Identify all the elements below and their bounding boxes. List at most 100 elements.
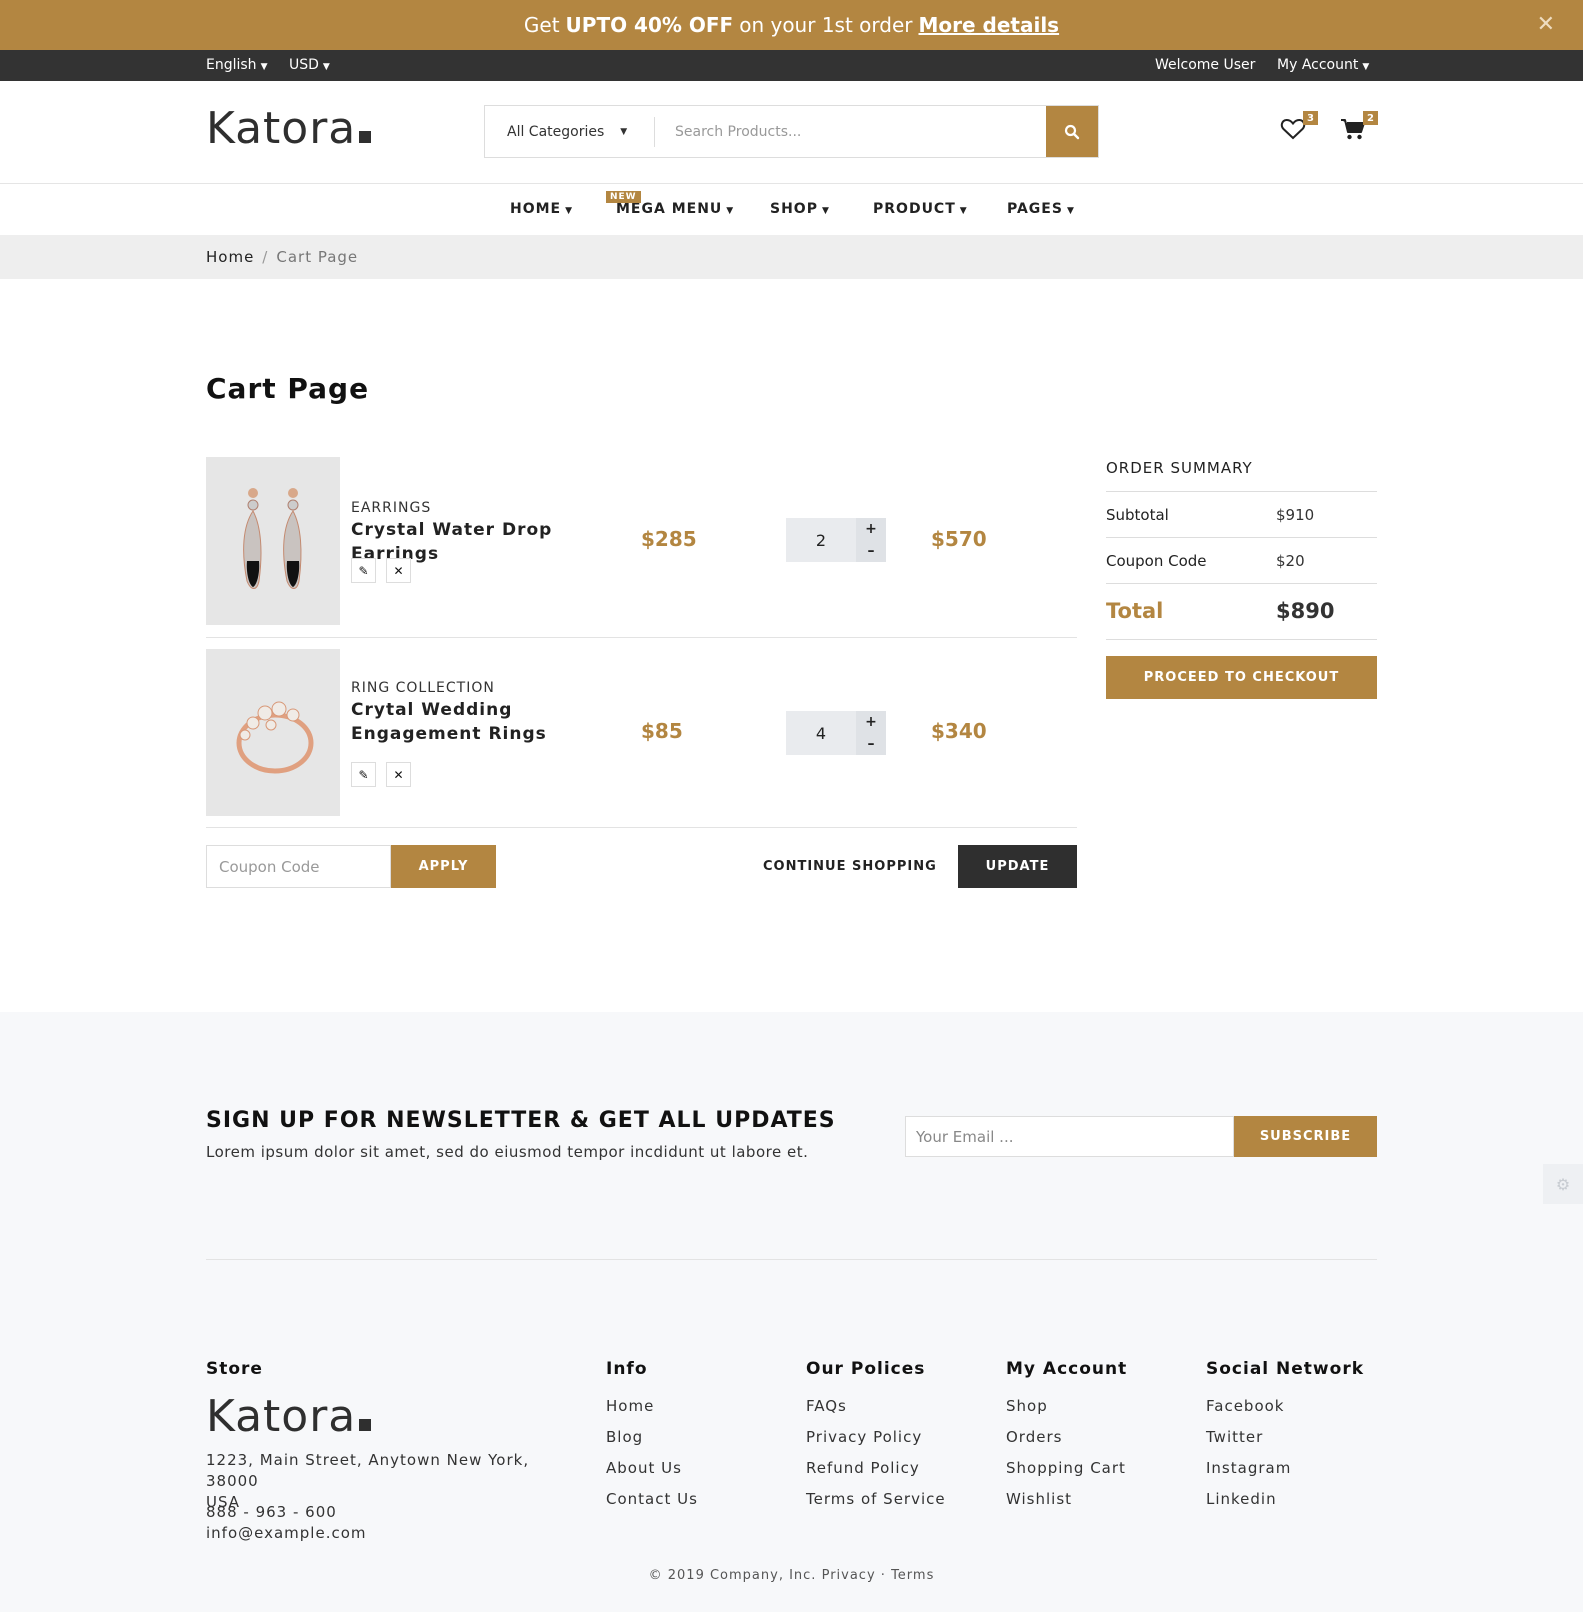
- footer-link-privacy-policy[interactable]: Privacy Policy: [806, 1428, 922, 1446]
- close-icon: ✕: [393, 767, 404, 782]
- proceed-to-checkout-button[interactable]: PROCEED TO CHECKOUT: [1106, 656, 1377, 699]
- edit-item-button[interactable]: ✎: [351, 762, 376, 787]
- copyright-text: © 2019 Company, Inc.: [648, 1568, 817, 1583]
- promo-more-details-link[interactable]: More details: [919, 13, 1060, 37]
- summary-divider: [1106, 583, 1377, 584]
- footer-link-linkedin[interactable]: Linkedin: [1206, 1490, 1277, 1508]
- nav-item-mega-menu[interactable]: NEW MEGA MENU ▼: [606, 191, 735, 217]
- product-category: EARRINGS: [351, 500, 432, 516]
- quantity-stepper: 2 + –: [786, 518, 886, 562]
- search-button[interactable]: [1046, 106, 1098, 157]
- chevron-down-icon: ▼: [565, 206, 574, 216]
- footer-heading-store: Store: [206, 1359, 263, 1379]
- footer-heading-my-account: My Account: [1006, 1359, 1128, 1379]
- copyright-terms-link[interactable]: Terms: [891, 1568, 934, 1583]
- remove-item-button[interactable]: ✕: [386, 762, 411, 787]
- minus-icon[interactable]: –: [856, 540, 886, 562]
- footer-link-shopping-cart[interactable]: Shopping Cart: [1006, 1459, 1126, 1477]
- breadcrumb-home[interactable]: Home: [206, 248, 254, 266]
- footer-link-home[interactable]: Home: [606, 1397, 654, 1415]
- footer-link-facebook[interactable]: Facebook: [1206, 1397, 1284, 1415]
- product-image-earrings[interactable]: [206, 457, 340, 625]
- chevron-down-icon: ▼: [821, 206, 830, 216]
- footer-link-faqs[interactable]: FAQs: [806, 1397, 847, 1415]
- nav-item-product[interactable]: PRODUCT ▼: [873, 201, 968, 217]
- unit-price: $285: [641, 527, 697, 551]
- footer-link-shop[interactable]: Shop: [1006, 1397, 1048, 1415]
- remove-item-button[interactable]: ✕: [386, 558, 411, 583]
- quantity-value[interactable]: 4: [786, 711, 856, 755]
- store-phone: 888 - 963 - 600: [206, 1503, 337, 1521]
- quantity-value[interactable]: 2: [786, 518, 856, 562]
- order-summary-title: ORDER SUMMARY: [1106, 459, 1253, 477]
- search-bar: All Categories ▼: [484, 105, 1099, 158]
- promo-highlight: UPTO 40% OFF: [565, 13, 734, 37]
- chevron-down-icon: ▼: [260, 62, 268, 72]
- coupon-value: $20: [1276, 552, 1305, 570]
- update-cart-button[interactable]: UPDATE: [958, 845, 1077, 888]
- plus-icon[interactable]: +: [856, 518, 886, 540]
- nav-item-pages[interactable]: PAGES ▼: [1007, 201, 1075, 217]
- category-select[interactable]: All Categories ▼: [485, 116, 655, 147]
- search-input[interactable]: [655, 106, 1046, 157]
- welcome-text: Welcome User: [1155, 57, 1256, 73]
- pencil-icon: ✎: [358, 767, 369, 782]
- footer-link-instagram[interactable]: Instagram: [1206, 1459, 1291, 1477]
- footer-link-twitter[interactable]: Twitter: [1206, 1428, 1263, 1446]
- category-label: All Categories: [507, 123, 605, 140]
- summary-divider: [1106, 491, 1377, 492]
- apply-coupon-button[interactable]: APPLY: [391, 845, 496, 888]
- chevron-down-icon: ▼: [959, 206, 968, 216]
- close-icon[interactable]: ✕: [1537, 12, 1555, 37]
- cart-button[interactable]: 2: [1340, 111, 1378, 147]
- footer-link-orders[interactable]: Orders: [1006, 1428, 1062, 1446]
- store-contact: 888 - 963 - 600 info@example.com: [206, 1502, 367, 1544]
- wishlist-button[interactable]: 3: [1280, 111, 1318, 147]
- my-account-label: My Account: [1277, 57, 1359, 73]
- footer-link-blog[interactable]: Blog: [606, 1428, 643, 1446]
- settings-gear-icon[interactable]: ⚙: [1543, 1164, 1583, 1204]
- subtotal-value: $910: [1276, 506, 1315, 524]
- total-label: Total: [1106, 599, 1164, 623]
- footer-link-terms-of-service[interactable]: Terms of Service: [806, 1490, 946, 1508]
- chevron-down-icon: ▼: [1362, 62, 1370, 72]
- plus-icon[interactable]: +: [856, 711, 886, 733]
- breadcrumb: Home / Cart Page: [206, 248, 358, 266]
- promo-text-b: on your 1st order: [739, 13, 913, 37]
- currency-selector[interactable]: USD ▼: [289, 57, 330, 73]
- footer-link-wishlist[interactable]: Wishlist: [1006, 1490, 1072, 1508]
- summary-total-row: Total $890: [1106, 599, 1376, 623]
- minus-icon[interactable]: –: [856, 733, 886, 755]
- summary-divider: [1106, 537, 1377, 538]
- row-divider: [206, 637, 1077, 638]
- total-value: $890: [1276, 599, 1335, 623]
- nav-item-shop[interactable]: SHOP ▼: [770, 201, 830, 217]
- subscribe-button[interactable]: SUBSCRIBE: [1234, 1116, 1377, 1157]
- unit-price: $85: [641, 719, 683, 743]
- page-title: Cart Page: [206, 372, 370, 405]
- my-account-menu[interactable]: My Account ▼: [1277, 57, 1369, 73]
- nav-item-home[interactable]: HOME ▼: [510, 201, 573, 217]
- language-selector[interactable]: English ▼: [206, 57, 267, 73]
- footer-logo[interactable]: Katora: [206, 1391, 372, 1442]
- logo[interactable]: Katora: [206, 103, 372, 154]
- newsletter-email-input[interactable]: [905, 1116, 1234, 1157]
- coupon-code-input[interactable]: [206, 845, 391, 888]
- top-bar: English ▼ USD ▼ Welcome User My Account ▼: [0, 50, 1583, 81]
- chevron-down-icon: ▼: [726, 206, 735, 216]
- continue-shopping-link[interactable]: CONTINUE SHOPPING: [763, 859, 937, 874]
- footer-link-contact-us[interactable]: Contact Us: [606, 1490, 698, 1508]
- search-icon: [1064, 124, 1080, 139]
- nav-label: MEGA MENU: [616, 201, 723, 217]
- product-name[interactable]: Crytal Wedding Engagement Rings: [351, 698, 636, 746]
- main-nav: HOME ▼ NEW MEGA MENU ▼ SHOP ▼ PRODUCT ▼ PAGE…: [0, 184, 1583, 235]
- footer-link-about-us[interactable]: About Us: [606, 1459, 682, 1477]
- edit-item-button[interactable]: ✎: [351, 558, 376, 583]
- summary-subtotal-row: Subtotal $910: [1106, 506, 1376, 524]
- store-email[interactable]: info@example.com: [206, 1523, 367, 1544]
- footer-link-refund-policy[interactable]: Refund Policy: [806, 1459, 920, 1477]
- new-badge: NEW: [606, 191, 641, 203]
- copyright-dot: ·: [880, 1568, 886, 1583]
- copyright-privacy-link[interactable]: Privacy: [822, 1568, 876, 1583]
- product-image-ring[interactable]: [206, 649, 340, 816]
